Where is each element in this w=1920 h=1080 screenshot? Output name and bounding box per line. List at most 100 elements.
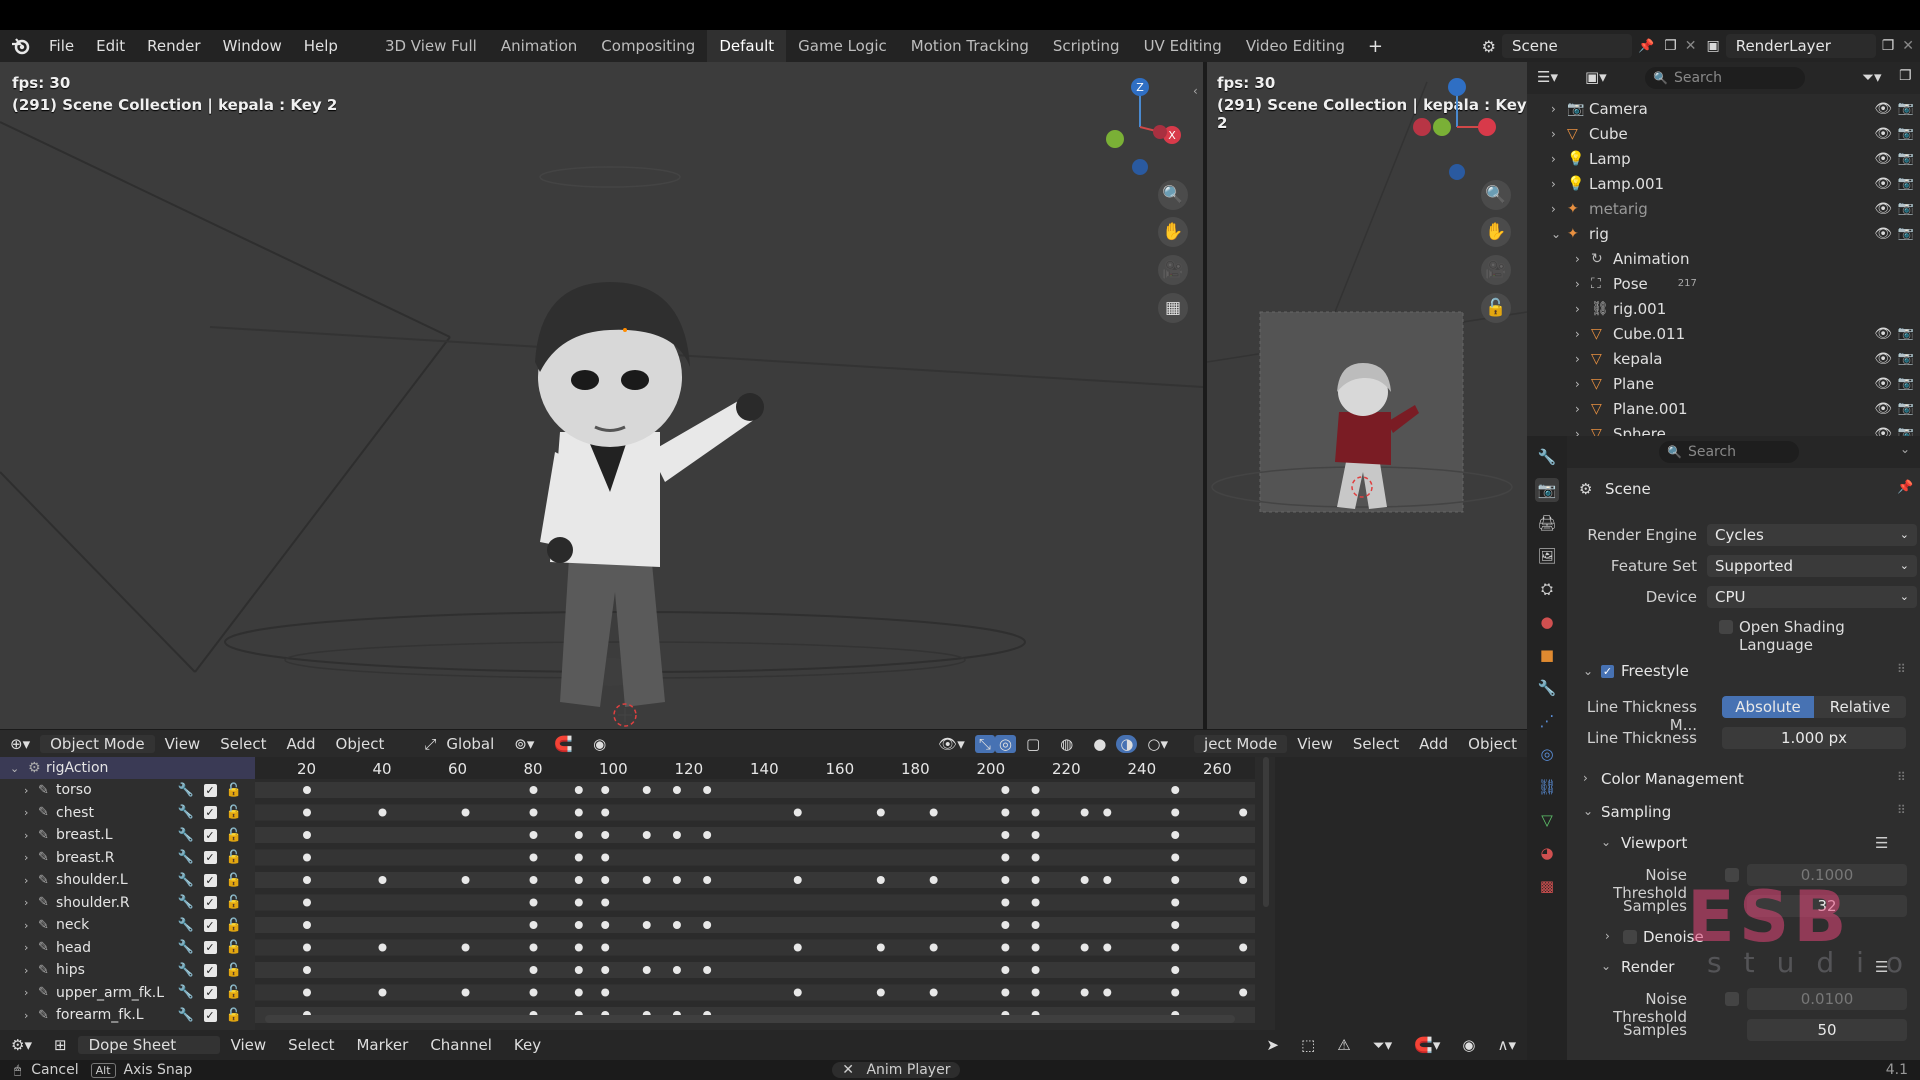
channel-expand-icon[interactable]: › xyxy=(24,851,38,864)
keyframe[interactable] xyxy=(1031,966,1040,974)
outliner-expand-icon[interactable]: › xyxy=(1575,402,1591,416)
outliner-item[interactable]: › 📷 Camera 👁 📷 xyxy=(1527,96,1920,121)
keyframe[interactable] xyxy=(1103,988,1112,997)
display-mode-icon[interactable]: ▣▾ xyxy=(1585,68,1607,86)
outliner-expand-icon[interactable]: › xyxy=(1575,427,1591,437)
keyframe[interactable] xyxy=(529,831,538,839)
keyframe[interactable] xyxy=(303,898,311,907)
keyframe[interactable] xyxy=(672,921,681,929)
menu-object[interactable]: Object xyxy=(326,735,395,753)
keyframe[interactable] xyxy=(574,966,583,974)
keyframe[interactable] xyxy=(1171,988,1180,997)
camera-menu-add[interactable]: Add xyxy=(1409,735,1458,753)
keyframe[interactable] xyxy=(529,786,538,794)
transform-orientation-dropdown[interactable]: Global xyxy=(446,735,504,753)
world-tab-icon[interactable]: ● xyxy=(1535,610,1559,634)
channel-expand-icon[interactable]: › xyxy=(24,829,38,842)
dope-proportional-icon[interactable]: ◉ xyxy=(1451,1036,1486,1054)
keyframe[interactable] xyxy=(461,943,470,952)
channel-row[interactable]: › ✎ neck 🔧 ✓ 🔓 xyxy=(0,914,255,936)
outliner-expand-icon[interactable]: › xyxy=(1575,252,1591,266)
keyframe[interactable] xyxy=(574,786,583,794)
keyframe[interactable] xyxy=(1031,786,1040,794)
gizmo-toggle-icon[interactable]: ⤡ xyxy=(974,735,995,753)
visibility-eye-icon[interactable]: 👁 xyxy=(1874,176,1892,192)
interpolation-icon[interactable]: ∧▾ xyxy=(1486,1036,1527,1054)
outliner-expand-icon[interactable]: › xyxy=(1551,202,1567,216)
editor-type-icon[interactable]: ⊕▾ xyxy=(0,735,40,753)
outliner-item[interactable]: › ▽ Plane 👁 📷 xyxy=(1527,371,1920,396)
channel-expand-icon[interactable]: › xyxy=(24,941,38,954)
outliner-expand-icon[interactable]: › xyxy=(1575,327,1591,341)
render-layer-icon[interactable]: ▣ xyxy=(1706,38,1719,54)
keyframe[interactable] xyxy=(642,966,651,974)
keyframe[interactable] xyxy=(461,988,470,997)
keyframe[interactable] xyxy=(929,808,938,817)
lock-icon[interactable]: 🔓 xyxy=(222,895,246,910)
keyframe[interactable] xyxy=(642,786,651,794)
keyframe[interactable] xyxy=(1080,988,1089,997)
pivot-icon[interactable]: ⊚▾ xyxy=(504,735,544,753)
snap-icon[interactable]: 🧲 xyxy=(544,735,583,753)
keyframe[interactable] xyxy=(672,966,681,974)
keyframe[interactable] xyxy=(303,921,311,929)
keyframe[interactable] xyxy=(601,808,610,817)
timeline-scrollbar[interactable] xyxy=(265,1015,1235,1023)
keyframe[interactable] xyxy=(1103,808,1112,817)
lock-icon[interactable]: 🔓 xyxy=(222,783,246,798)
outliner-editor-icon[interactable]: ☰▾ xyxy=(1537,68,1558,86)
keyframe[interactable] xyxy=(793,808,802,817)
tool-tab-icon[interactable]: 🔧 xyxy=(1535,445,1559,469)
keyframe[interactable] xyxy=(1001,853,1010,862)
render-noise-checkbox[interactable] xyxy=(1725,992,1739,1006)
keyframe[interactable] xyxy=(529,808,538,817)
render-camera-icon[interactable]: 📷 xyxy=(1898,326,1914,341)
close-icon[interactable]: ✕ xyxy=(842,1062,854,1078)
channel-checkbox[interactable]: ✓ xyxy=(198,1008,222,1023)
keyframe[interactable] xyxy=(793,988,802,997)
channel-expand-icon[interactable]: › xyxy=(24,919,38,932)
keyframe[interactable] xyxy=(601,831,610,839)
outliner-item[interactable]: › ⛶ Pose 217 xyxy=(1527,271,1920,296)
keyframe[interactable] xyxy=(1171,898,1180,907)
dope-menu-key[interactable]: Key xyxy=(503,1036,552,1054)
dope-sheet-editor[interactable]: ⌄ ⚙ rigAction › ✎ torso 🔧 ✓ 🔓 › ✎ chest 🔧 ✓ 🔓 › ✎ brea… xyxy=(0,757,1527,1030)
lock-icon[interactable]: 🔓 xyxy=(222,850,246,865)
particles-tab-icon[interactable]: ⋰ xyxy=(1535,709,1559,733)
keyframe[interactable] xyxy=(529,943,538,952)
keyframe[interactable] xyxy=(601,921,610,929)
lock-icon[interactable]: 🔓 xyxy=(222,963,246,978)
pin-icon[interactable]: 📌 xyxy=(1638,39,1654,54)
wrench-icon[interactable]: 🔧 xyxy=(174,828,198,843)
visibility-icon[interactable]: 👁▾ xyxy=(928,735,975,753)
camera-zoom-icon[interactable]: 🔍 xyxy=(1481,180,1511,210)
keyframe[interactable] xyxy=(876,988,885,997)
keyframe[interactable] xyxy=(1080,808,1089,817)
keyframe[interactable] xyxy=(1171,966,1180,974)
keyframe[interactable] xyxy=(1103,943,1112,952)
channel-track[interactable] xyxy=(255,782,1255,798)
new-collection-icon[interactable]: ❐ xyxy=(1899,68,1912,84)
color-management-section-title[interactable]: Color Management xyxy=(1601,770,1744,788)
wireframe-shading-icon[interactable]: ◍ xyxy=(1050,735,1083,753)
menu-file[interactable]: File xyxy=(38,37,85,55)
outliner-search-field[interactable]: 🔍 Search xyxy=(1645,67,1805,89)
outliner-item[interactable]: › ▽ kepala 👁 📷 xyxy=(1527,346,1920,371)
visibility-eye-icon[interactable]: 👁 xyxy=(1874,426,1892,437)
render-camera-icon[interactable]: 📷 xyxy=(1898,201,1914,216)
render-camera-icon[interactable]: 📷 xyxy=(1898,126,1914,141)
channel-row[interactable]: › ✎ shoulder.L 🔧 ✓ 🔓 xyxy=(0,869,255,891)
data-tab-icon[interactable]: ▽ xyxy=(1535,808,1559,832)
sampling-section-title[interactable]: Sampling xyxy=(1601,803,1671,821)
wrench-icon[interactable]: 🔧 xyxy=(174,895,198,910)
keyframe[interactable] xyxy=(929,988,938,997)
channel-expand-icon[interactable]: › xyxy=(24,986,38,999)
dope-snap-icon[interactable]: 🧲▾ xyxy=(1403,1036,1451,1054)
keyframe[interactable] xyxy=(1001,808,1010,817)
keyframe[interactable] xyxy=(574,808,583,817)
keyframe[interactable] xyxy=(1031,921,1040,929)
channel-checkbox[interactable]: ✓ xyxy=(198,850,222,865)
camera-menu-object[interactable]: Object xyxy=(1458,735,1527,753)
channel-track[interactable] xyxy=(255,962,1255,978)
object-mode-dropdown[interactable]: Object Mode xyxy=(40,735,155,753)
